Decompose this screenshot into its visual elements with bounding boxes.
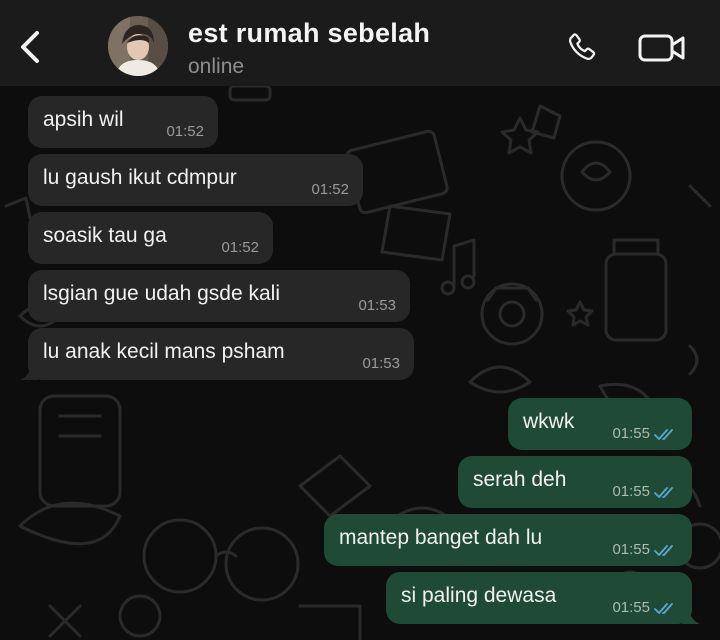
avatar-image: [108, 16, 168, 76]
chat-area[interactable]: apsih wil 01:52 lu gaush ikut cdmpur 01:…: [0, 86, 720, 640]
chevron-left-icon: [21, 31, 39, 63]
message-text: wkwk: [523, 410, 575, 433]
read-receipt-icon: [654, 603, 673, 614]
message-text: si paling dewasa: [401, 584, 557, 607]
message-time: 01:55: [612, 425, 650, 442]
message-bubble-incoming[interactable]: lsgian gue udah gsde kali 01:53: [28, 270, 410, 322]
message-text: lu gaush ikut cdmpur: [43, 166, 237, 189]
message-time: 01:55: [612, 599, 650, 616]
message-bubble-outgoing[interactable]: si paling dewasa 01:55: [386, 572, 692, 624]
message-bubble-incoming[interactable]: lu anak kecil mans psham 01:53: [28, 328, 414, 380]
voice-call-button[interactable]: [560, 28, 604, 68]
read-receipt-icon: [654, 487, 673, 498]
message-time: 01:53: [362, 355, 400, 372]
message-text: lsgian gue udah gsde kali: [43, 282, 281, 305]
message-time: 01:55: [612, 483, 650, 500]
message-bubble-outgoing[interactable]: serah deh 01:55: [458, 456, 692, 508]
message-text: mantep banget dah lu: [339, 526, 543, 549]
read-receipt-icon: [654, 545, 673, 556]
message-time: 01:55: [612, 541, 650, 558]
message-bubble-incoming[interactable]: soasik tau ga 01:52: [28, 212, 273, 264]
bubble-tail: [682, 606, 700, 624]
message-bubble-outgoing[interactable]: mantep banget dah lu 01:55: [324, 514, 692, 566]
chat-screen: est rumah sebelah online apsih wil 01:52…: [0, 0, 720, 640]
message-bubble-incoming[interactable]: apsih wil 01:52: [28, 96, 218, 148]
contact-name[interactable]: est rumah sebelah: [188, 18, 430, 49]
message-bubble-outgoing[interactable]: wkwk 01:55: [508, 398, 692, 450]
video-call-button[interactable]: [634, 28, 690, 68]
bubble-tail: [20, 362, 38, 380]
message-time: 01:53: [358, 297, 396, 314]
message-text: apsih wil: [43, 108, 124, 131]
message-text: lu anak kecil mans psham: [43, 340, 285, 363]
message-bubble-incoming[interactable]: lu gaush ikut cdmpur 01:52: [28, 154, 363, 206]
phone-icon: [568, 33, 596, 61]
message-text: serah deh: [473, 468, 567, 491]
message-time: 01:52: [221, 239, 259, 256]
message-text: soasik tau ga: [43, 224, 167, 247]
chat-header: est rumah sebelah online: [0, 0, 720, 86]
contact-status: online: [188, 55, 245, 78]
video-camera-icon: [638, 34, 685, 62]
avatar[interactable]: [108, 16, 168, 76]
message-time: 01:52: [166, 123, 204, 140]
back-button[interactable]: [8, 22, 52, 72]
read-receipt-icon: [654, 429, 673, 440]
message-time: 01:52: [311, 181, 349, 198]
